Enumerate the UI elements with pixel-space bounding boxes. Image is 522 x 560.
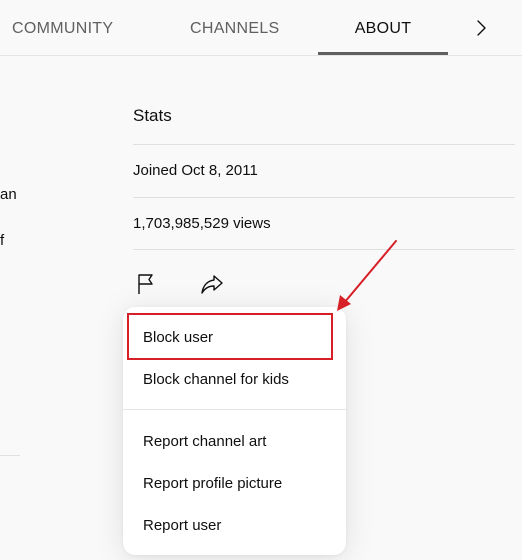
channel-tab-bar: COMMUNITY CHANNELS ABOUT — [0, 0, 522, 56]
menu-separator — [123, 409, 346, 410]
joined-date: Joined Oct 8, 2011 — [133, 162, 258, 179]
chevron-right-icon — [477, 20, 486, 36]
menu-item-block-user[interactable]: Block user — [123, 318, 346, 358]
stats-divider — [133, 249, 515, 250]
menu-item-report-channel-art[interactable]: Report channel art — [123, 422, 346, 462]
tab-channels[interactable]: CHANNELS — [190, 0, 280, 56]
annotation-arrow-icon — [337, 240, 397, 311]
share-button[interactable] — [199, 271, 225, 297]
left-divider — [0, 455, 20, 456]
stats-divider — [133, 144, 515, 145]
flag-icon — [138, 274, 153, 294]
report-menu: Block user Block channel for kids Report… — [123, 307, 346, 555]
report-flag-button[interactable] — [134, 271, 160, 297]
tab-selected-indicator — [318, 52, 448, 55]
tabs-next-button[interactable] — [470, 14, 494, 42]
stats-divider — [133, 197, 515, 198]
view-count: 1,703,985,529 views — [133, 215, 271, 232]
tab-community[interactable]: COMMUNITY — [12, 0, 113, 56]
menu-item-block-channel-for-kids[interactable]: Block channel for kids — [123, 360, 346, 400]
description-text-fragment: f — [0, 232, 5, 249]
tab-about[interactable]: ABOUT — [318, 0, 448, 56]
share-icon — [201, 275, 223, 294]
menu-item-report-user[interactable]: Report user — [123, 506, 346, 546]
stats-heading: Stats — [133, 106, 172, 125]
menu-item-report-profile-picture[interactable]: Report profile picture — [123, 464, 346, 504]
description-text-fragment: an — [0, 186, 17, 203]
